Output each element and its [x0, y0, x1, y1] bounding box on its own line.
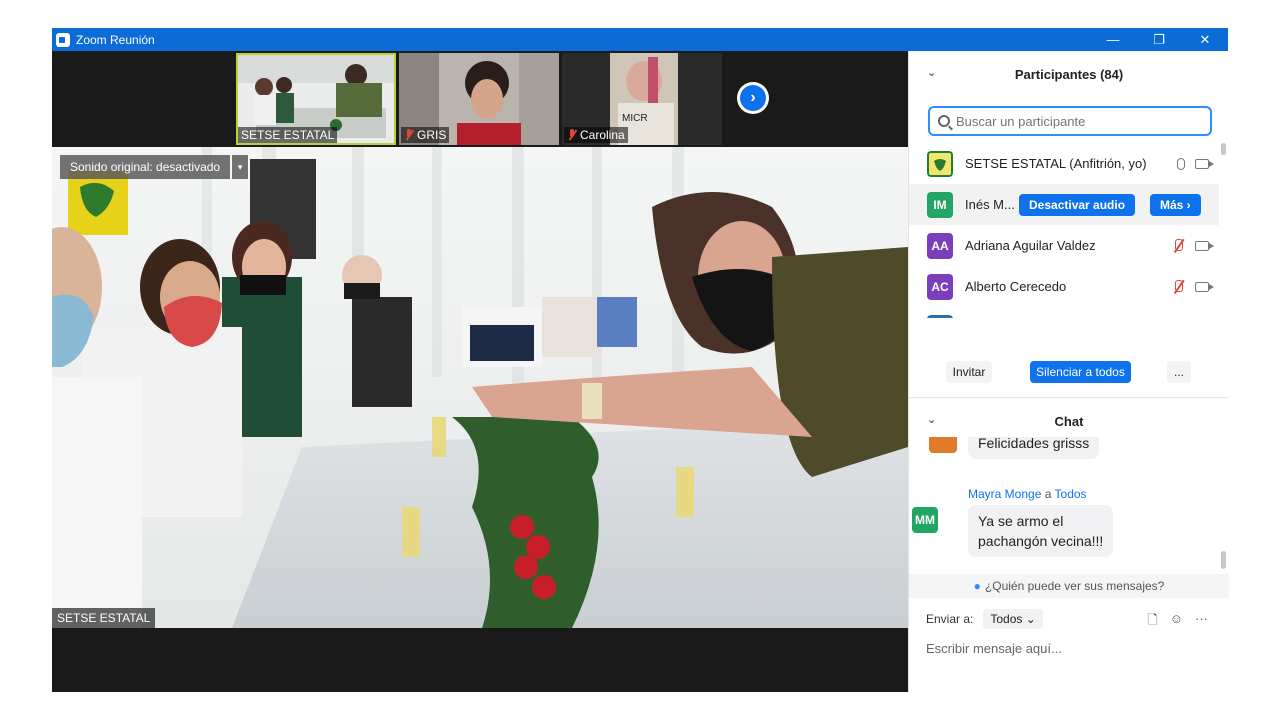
participant-row-partial[interactable] — [909, 307, 1219, 318]
next-page-button[interactable]: › — [737, 82, 769, 114]
send-to-row: Enviar a: Todos ⌄ — [926, 609, 1043, 629]
participant-name: SETSE ESTATAL (Anfitrión, yo) — [965, 156, 1147, 171]
minimize-button[interactable]: — — [1090, 28, 1136, 51]
chat-message-line: pachangón vecina!!! — [978, 533, 1104, 549]
participant-name: Inés M... — [965, 197, 1015, 212]
close-button[interactable]: ✕ — [1182, 28, 1228, 51]
muted-mic-icon[interactable] — [1171, 238, 1185, 253]
avatar — [927, 314, 953, 318]
who-can-see-text: ¿Quién puede ver sus mensajes? — [984, 579, 1165, 593]
participant-row[interactable]: SETSE ESTATAL (Anfitrión, yo) — [909, 143, 1219, 184]
muted-mic-icon — [567, 129, 577, 141]
zoom-logo-icon — [56, 32, 70, 47]
more-button[interactable]: ... — [1167, 361, 1191, 383]
send-to-label: Enviar a: — [926, 612, 974, 626]
mute-participant-button[interactable]: Desactivar audio — [1019, 193, 1136, 216]
participant-name: Adriana Aguilar Valdez — [965, 238, 1096, 253]
muted-mic-icon — [404, 129, 414, 141]
participant-search[interactable] — [928, 106, 1212, 136]
search-input[interactable] — [956, 113, 1196, 129]
right-sidebar: ⌄ Participantes (84) SETSE ESTATAL (Anfi… — [908, 51, 1229, 692]
chat-message: Ya se armo el pachangón vecina!!! — [968, 505, 1114, 557]
sound-original-label[interactable]: Sonido original: desactivado — [60, 155, 231, 179]
chat-sender[interactable]: Mayra Monge — [968, 487, 1041, 501]
avatar — [929, 437, 957, 453]
participant-row[interactable]: IM Inés M... Desactivar audio Más › — [909, 184, 1219, 225]
chat-connector: a — [1044, 487, 1052, 501]
chat-input[interactable]: Escribir mensaje aquí... — [926, 641, 1216, 656]
chat-header: ⌄ Chat — [909, 406, 1229, 436]
title-bar: Zoom Reunión — ❐ ✕ — [52, 28, 1228, 51]
participant-row[interactable]: AC Alberto Cerecedo — [909, 266, 1219, 307]
file-icon[interactable]: 🗋 — [1147, 611, 1157, 633]
thumbnail-video[interactable]: MICR Carolina — [562, 53, 722, 145]
participants-list: SETSE ESTATAL (Anfitrión, yo) IM Inés M.… — [909, 143, 1229, 318]
participants-scrollbar[interactable] — [1221, 143, 1226, 155]
meeting-room-scene — [52, 147, 908, 628]
more-options-button[interactable]: Más › — [1150, 193, 1201, 216]
participant-name: Alberto Cerecedo — [965, 279, 1067, 294]
participants-title: Participantes (84) — [1014, 66, 1124, 82]
video-area: SETSE ESTATAL GRIS MICR Carolina › Sonid… — [52, 51, 908, 692]
mute-all-button[interactable]: Silenciar a todos — [1030, 361, 1131, 383]
speaker-name-label: SETSE ESTATAL — [52, 608, 156, 628]
svg-text:MICR: MICR — [622, 113, 648, 124]
emoji-icon[interactable]: ☺ — [1170, 611, 1183, 633]
chat-messages: Felicidades grisss Mayra Monge a Todos M… — [909, 437, 1229, 573]
zoom-window: Zoom Reunión — ❐ ✕ SETSE ESTATAL GRIS MI… — [52, 28, 1229, 692]
people-icon: ● — [973, 579, 981, 593]
avatar: MM — [912, 507, 938, 533]
avatar: AC — [927, 273, 953, 300]
chat-tools: 🗋 ☺ ··· — [1147, 611, 1208, 633]
chat-scrollbar[interactable] — [1221, 551, 1226, 569]
divider — [909, 397, 1229, 398]
avatar: AA — [927, 232, 953, 259]
thumbnail-strip: SETSE ESTATAL GRIS MICR Carolina › — [52, 51, 908, 147]
thumbnail-name: Carolina — [564, 127, 628, 143]
thumbnail-name: GRIS — [401, 127, 450, 143]
camera-icon[interactable] — [1195, 158, 1214, 169]
more-icon[interactable]: ··· — [1195, 611, 1208, 633]
thumbnail-video[interactable]: GRIS — [399, 53, 559, 145]
send-to-select[interactable]: Todos ⌄ — [983, 609, 1043, 629]
avatar: IM — [927, 191, 953, 218]
chevron-down-icon[interactable]: ▾ — [232, 155, 249, 179]
avatar — [927, 150, 953, 177]
chevron-right-icon: › — [740, 85, 766, 111]
thumbnail-name: SETSE ESTATAL — [238, 127, 338, 143]
chat-sender-line: Mayra Monge a Todos — [968, 487, 1087, 501]
camera-icon[interactable] — [1195, 240, 1214, 251]
chevron-down-icon[interactable]: ⌄ — [927, 413, 936, 426]
sound-original-control[interactable]: Sonido original: desactivado ▾ — [60, 155, 249, 179]
chat-message-line: Ya se armo el — [978, 513, 1064, 529]
participants-header: ⌄ Participantes (84) — [909, 59, 1229, 89]
main-video[interactable]: Sonido original: desactivado ▾ SETSE EST… — [52, 147, 908, 628]
thumbnail-video[interactable]: SETSE ESTATAL — [236, 53, 396, 145]
search-icon — [938, 115, 950, 127]
invite-button[interactable]: Invitar — [946, 361, 992, 383]
chat-recipient[interactable]: Todos — [1055, 487, 1087, 501]
restore-button[interactable]: ❐ — [1136, 28, 1182, 51]
participant-row[interactable]: AA Adriana Aguilar Valdez — [909, 225, 1219, 266]
muted-mic-icon[interactable] — [1171, 279, 1185, 294]
participants-actions: Invitar Silenciar a todos ... — [909, 361, 1229, 385]
chevron-down-icon[interactable]: ⌄ — [927, 66, 936, 79]
mic-icon[interactable] — [1177, 157, 1185, 170]
who-can-see-messages[interactable]: ● ¿Quién puede ver sus mensajes? — [909, 574, 1229, 598]
chat-title: Chat — [1054, 413, 1084, 429]
camera-icon[interactable] — [1195, 281, 1214, 292]
window-title: Zoom Reunión — [76, 32, 155, 47]
chat-message: Felicidades grisss — [968, 437, 1100, 459]
host-logo-icon — [931, 154, 949, 173]
